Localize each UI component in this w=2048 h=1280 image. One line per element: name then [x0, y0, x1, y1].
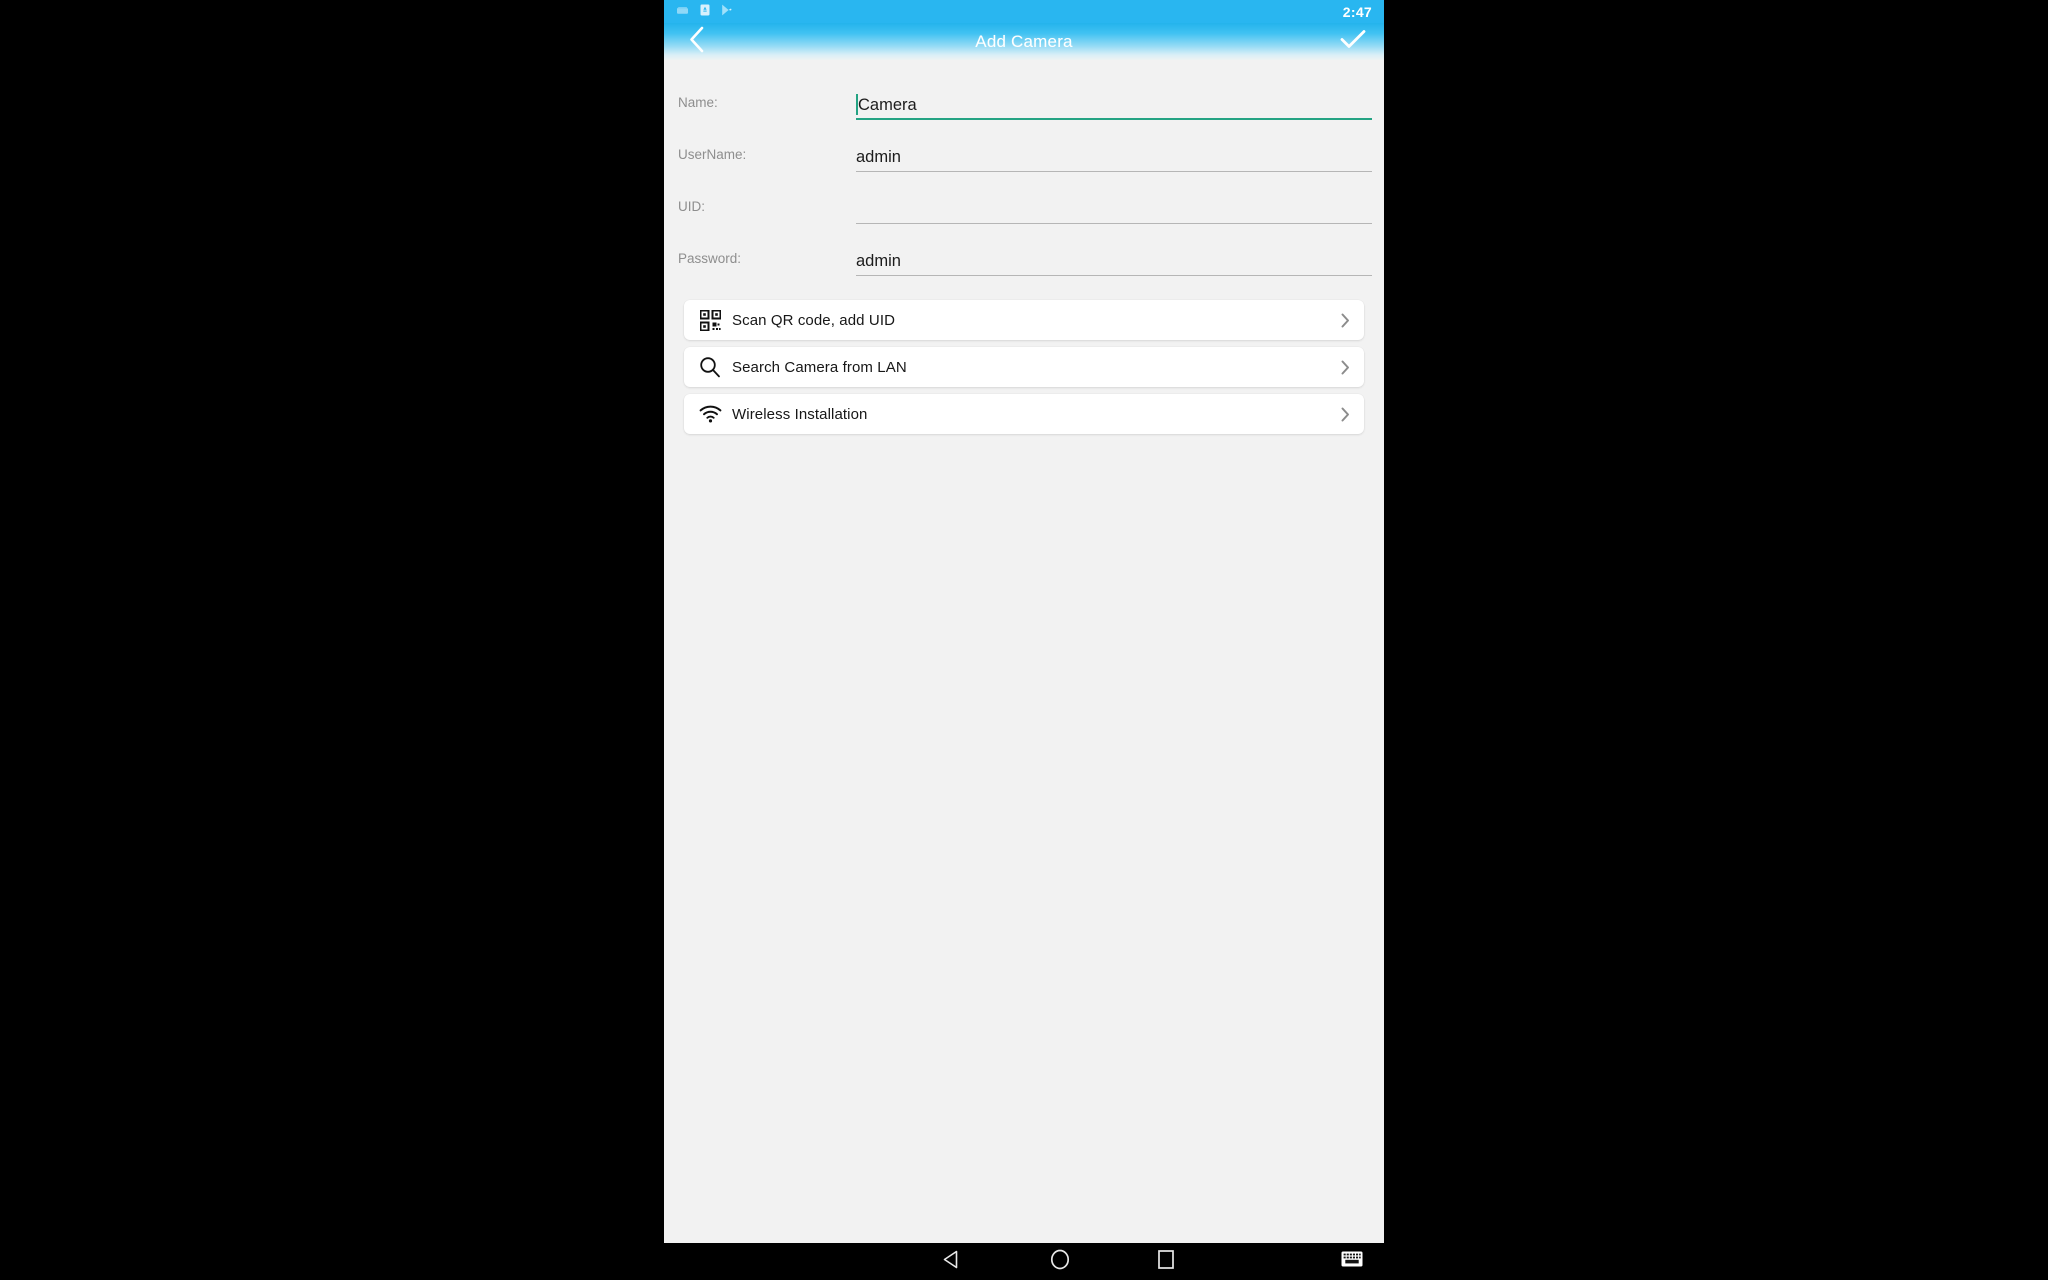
action-label-search-camera-lan: Search Camera from LAN — [732, 358, 907, 376]
sim-card-icon — [700, 3, 710, 21]
uid-input[interactable] — [856, 196, 1372, 224]
phone-screen: 2:47 Add Camera Name: Camera UserName: a… — [664, 0, 1384, 1280]
field-label-uid: UID: — [678, 199, 705, 214]
sd-card-icon — [676, 3, 689, 21]
check-icon — [1340, 29, 1366, 54]
chevron-left-icon — [688, 26, 705, 58]
action-wireless-installation[interactable]: Wireless Installation — [684, 394, 1364, 434]
android-nav-bar — [664, 1243, 1384, 1280]
keyboard-icon — [1341, 1251, 1363, 1272]
play-store-icon — [721, 3, 732, 21]
action-list: Scan QR code, add UID Search Camera from… — [664, 300, 1384, 434]
main-content: Name: Camera UserName: admin UID: Passwo… — [664, 60, 1384, 1243]
password-input[interactable]: admin — [856, 248, 1372, 276]
chevron-right-icon — [1338, 313, 1352, 328]
status-bar-time: 2:47 — [1342, 3, 1372, 20]
field-label-password: Password: — [678, 251, 742, 266]
nav-back-button[interactable] — [926, 1243, 974, 1280]
status-bar: 2:47 — [664, 0, 1384, 23]
chevron-right-icon — [1338, 407, 1352, 422]
username-input-value: admin — [856, 148, 901, 166]
field-label-username: UserName: — [678, 147, 747, 162]
search-icon — [697, 354, 723, 380]
field-name: Name: Camera — [664, 68, 1384, 120]
field-uid: UID: — [664, 172, 1384, 224]
action-search-camera-lan[interactable]: Search Camera from LAN — [684, 347, 1364, 387]
confirm-button[interactable] — [1332, 23, 1374, 60]
chevron-right-icon — [1338, 360, 1352, 375]
action-label-wireless-installation: Wireless Installation — [732, 405, 868, 423]
field-label-name: Name: — [678, 95, 718, 110]
name-input-value: Camera — [858, 96, 917, 114]
nav-recents-button[interactable] — [1142, 1243, 1190, 1280]
action-scan-qr-code[interactable]: Scan QR code, add UID — [684, 300, 1364, 340]
wifi-icon — [697, 401, 723, 427]
home-circle-icon — [1050, 1249, 1070, 1275]
back-triangle-icon — [942, 1250, 959, 1274]
status-bar-icons — [676, 3, 732, 21]
nav-home-button[interactable] — [1036, 1243, 1084, 1280]
name-input[interactable]: Camera — [856, 92, 1372, 120]
field-password: Password: admin — [664, 224, 1384, 276]
page-title: Add Camera — [975, 31, 1073, 51]
field-username: UserName: admin — [664, 120, 1384, 172]
qr-code-icon — [697, 307, 723, 333]
recents-square-icon — [1158, 1249, 1174, 1274]
action-label-scan-qr-code: Scan QR code, add UID — [732, 311, 896, 329]
camera-form: Name: Camera UserName: admin UID: Passwo… — [664, 60, 1384, 276]
username-input[interactable]: admin — [856, 144, 1372, 172]
back-button[interactable] — [676, 23, 716, 60]
password-input-value: admin — [856, 252, 901, 270]
nav-keyboard-button[interactable] — [1328, 1243, 1376, 1280]
app-title-bar: Add Camera — [664, 23, 1384, 60]
